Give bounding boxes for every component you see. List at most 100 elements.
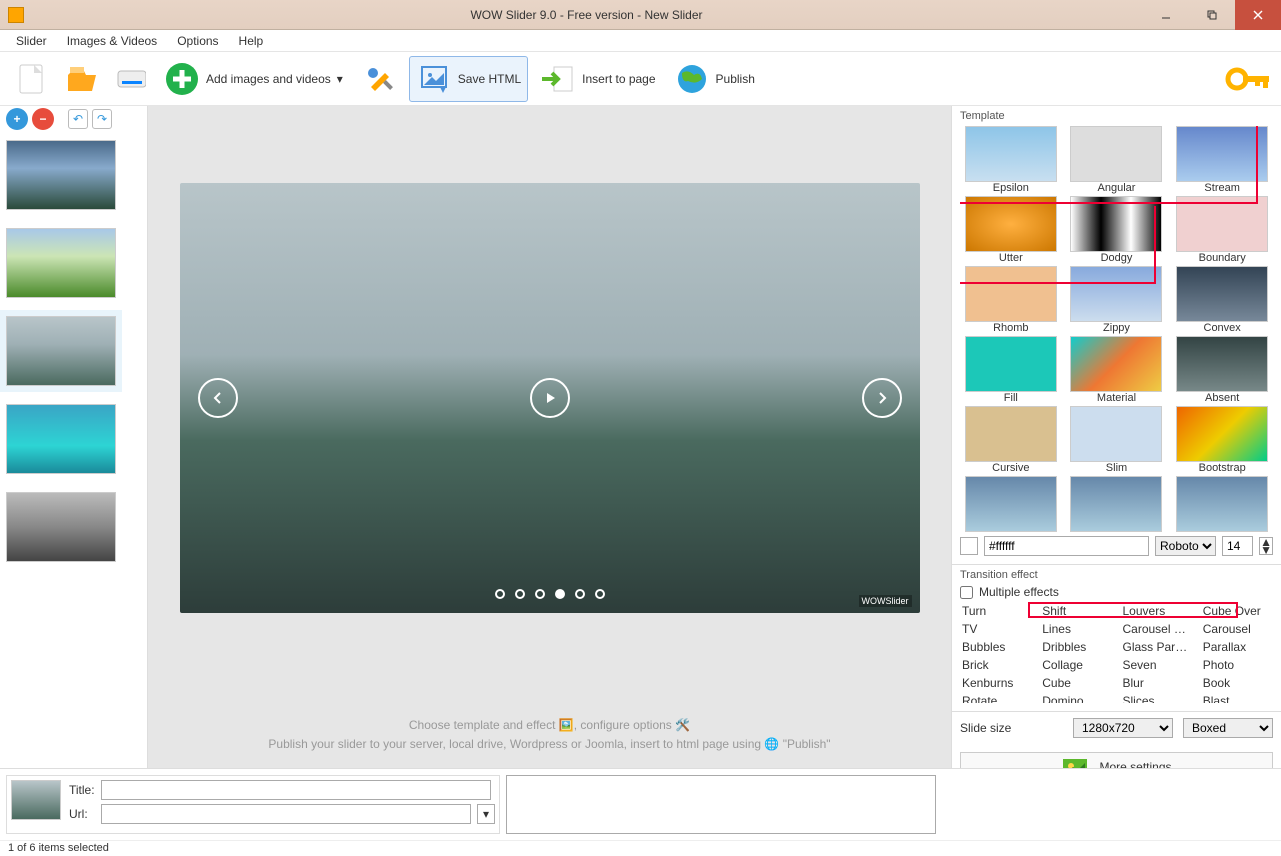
font-select[interactable]: Roboto [1155,536,1216,556]
new-button[interactable] [8,57,52,101]
license-key-icon[interactable] [1225,64,1273,94]
color-swatch[interactable] [960,537,978,555]
template-item[interactable] [965,266,1057,322]
title-input[interactable] [101,780,491,800]
template-item[interactable] [965,406,1057,462]
maximize-button[interactable] [1189,0,1235,30]
effect-item[interactable]: Seven [1121,657,1193,673]
minimize-button[interactable] [1143,0,1189,30]
description-input[interactable] [506,775,936,834]
template-item[interactable] [965,196,1057,252]
multiple-effects-checkbox[interactable] [960,586,973,599]
tools-button[interactable] [355,57,403,101]
dot[interactable] [495,589,505,599]
thumbnail-list[interactable] [0,132,147,768]
rotate-right-button[interactable]: ↷ [92,109,112,129]
template-item[interactable] [1070,196,1162,252]
next-slide-button[interactable] [862,378,902,418]
effect-item[interactable]: Blur [1121,675,1193,691]
effect-item[interactable]: Carousel [1201,621,1273,637]
menu-options[interactable]: Options [167,31,228,51]
play-button[interactable] [530,378,570,418]
effect-item[interactable]: Bubbles [960,639,1032,655]
template-item[interactable] [1070,336,1162,392]
rotate-left-button[interactable]: ↶ [68,109,88,129]
template-name: Angular [1066,182,1168,194]
effect-item[interactable]: Collage [1040,657,1112,673]
delete-slide-button[interactable]: − [32,108,54,130]
template-item[interactable] [1176,196,1268,252]
open-button[interactable] [58,57,102,101]
url-input[interactable] [101,804,471,824]
right-panel: Template EpsilonAngularStreamUtterDodgyB… [951,106,1281,768]
template-item[interactable] [965,126,1057,182]
effect-item[interactable]: Cube [1040,675,1112,691]
template-item[interactable] [1176,476,1268,532]
slide-dots [495,589,605,599]
effect-item[interactable]: Brick [960,657,1032,673]
insert-button[interactable]: Insert to page [534,57,661,101]
prev-slide-button[interactable] [198,378,238,418]
dot[interactable] [535,589,545,599]
template-item[interactable] [1176,336,1268,392]
template-item[interactable] [965,336,1057,392]
menu-help[interactable]: Help [229,31,274,51]
publish-button[interactable]: Publish [668,57,761,101]
font-size-input[interactable] [1222,536,1253,556]
template-item[interactable] [1176,126,1268,182]
template-item[interactable] [1176,406,1268,462]
effect-item[interactable]: Dribbles [1040,639,1112,655]
thumbnails-panel: + − ↶ ↷ [0,106,148,768]
thumbnail-item[interactable] [6,492,116,562]
add-slide-button[interactable]: + [6,108,28,130]
thumbnail-item[interactable] [6,316,116,386]
effect-item[interactable]: TV [960,621,1032,637]
effect-item[interactable]: Book [1201,675,1273,691]
template-item[interactable] [1070,476,1162,532]
thumbnail-item[interactable] [6,404,116,474]
effect-item[interactable]: Cube Over [1201,603,1273,619]
toolbar: Add images and videos ▾ Save HTML Insert… [0,52,1281,106]
status-bar: 1 of 6 items selected [0,840,1281,856]
save-html-button[interactable]: Save HTML [409,56,528,102]
thumbnail-item[interactable] [6,228,116,298]
effect-item[interactable]: Parallax [1201,639,1273,655]
color-hex-input[interactable] [984,536,1149,556]
slide-size-select[interactable]: 1280x720 [1073,718,1173,738]
effect-item[interactable]: Photo [1201,657,1273,673]
effect-item[interactable]: Slices [1121,693,1193,703]
template-item[interactable] [965,476,1057,532]
font-size-spinner[interactable]: ▲▼ [1259,537,1273,555]
template-item[interactable] [1070,266,1162,322]
slide-mode-select[interactable]: Boxed [1183,718,1273,738]
more-settings-button[interactable]: More settings [960,752,1273,768]
effect-item[interactable]: Shift [1040,603,1112,619]
drive-button[interactable] [108,57,152,101]
effect-item[interactable]: Kenburns [960,675,1032,691]
close-button[interactable] [1235,0,1281,30]
menu-slider[interactable]: Slider [6,31,57,51]
effect-item[interactable]: Domino [1040,693,1112,703]
add-images-button[interactable]: Add images and videos ▾ [158,57,349,101]
effect-item[interactable]: Carousel B... [1121,621,1193,637]
template-item[interactable] [1070,126,1162,182]
effect-item[interactable]: Lines [1040,621,1112,637]
template-name: Rhomb [960,322,1062,334]
effect-item[interactable]: Blast [1201,693,1273,703]
template-list[interactable]: EpsilonAngularStreamUtterDodgyBoundaryRh… [960,126,1273,532]
dot[interactable] [515,589,525,599]
dot[interactable] [595,589,605,599]
dot[interactable] [575,589,585,599]
dot[interactable] [555,589,565,599]
url-dropdown-icon[interactable]: ▾ [477,804,495,824]
effect-item[interactable]: Turn [960,603,1032,619]
effect-item[interactable]: Louvers [1121,603,1193,619]
menu-images-videos[interactable]: Images & Videos [57,31,168,51]
template-item[interactable] [1176,266,1268,322]
effect-item[interactable]: Rotate [960,693,1032,703]
template-name: Absent [1171,392,1273,404]
effect-item[interactable]: Glass Parall... [1121,639,1193,655]
effects-list[interactable]: Turn Shift Louvers Cube Over TV Lines Carousel… [960,603,1273,703]
template-item[interactable] [1070,406,1162,462]
thumbnail-item[interactable] [6,140,116,210]
